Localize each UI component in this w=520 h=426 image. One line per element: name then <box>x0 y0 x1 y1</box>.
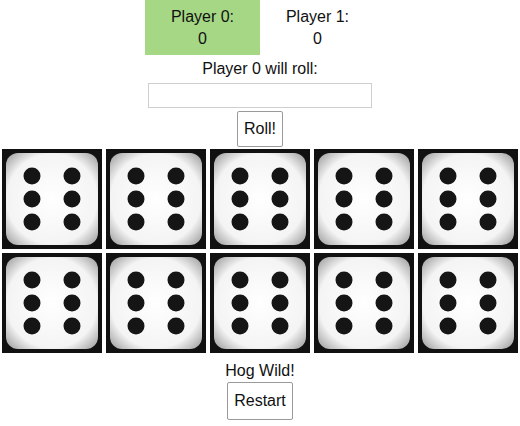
restart-button[interactable]: Restart <box>227 382 293 420</box>
player-label: Player 0: <box>171 6 234 28</box>
player-score-value: 0 <box>198 28 207 50</box>
hog-game: Player 0:0Player 1:0Player 0 will roll:R… <box>0 0 520 426</box>
status-message: Hog Wild! <box>225 360 294 382</box>
die-icon <box>314 253 414 353</box>
die-icon <box>210 253 310 353</box>
die-icon <box>210 149 310 249</box>
die-icon <box>314 149 414 249</box>
dice-grid <box>2 149 518 353</box>
die-icon <box>106 149 206 249</box>
player-score: Player 1:0 <box>260 0 375 55</box>
player-score: Player 0:0 <box>145 0 260 55</box>
die-icon <box>418 149 518 249</box>
roll-input[interactable] <box>148 83 372 108</box>
player-score-value: 0 <box>313 28 322 50</box>
die-icon <box>106 253 206 353</box>
scoreboard: Player 0:0Player 1:0 <box>145 0 375 55</box>
die-icon <box>2 149 102 249</box>
roll-button[interactable]: Roll! <box>237 111 283 147</box>
die-icon <box>2 253 102 353</box>
player-label: Player 1: <box>286 6 349 28</box>
die-icon <box>418 253 518 353</box>
roll-prompt: Player 0 will roll: <box>202 58 318 80</box>
